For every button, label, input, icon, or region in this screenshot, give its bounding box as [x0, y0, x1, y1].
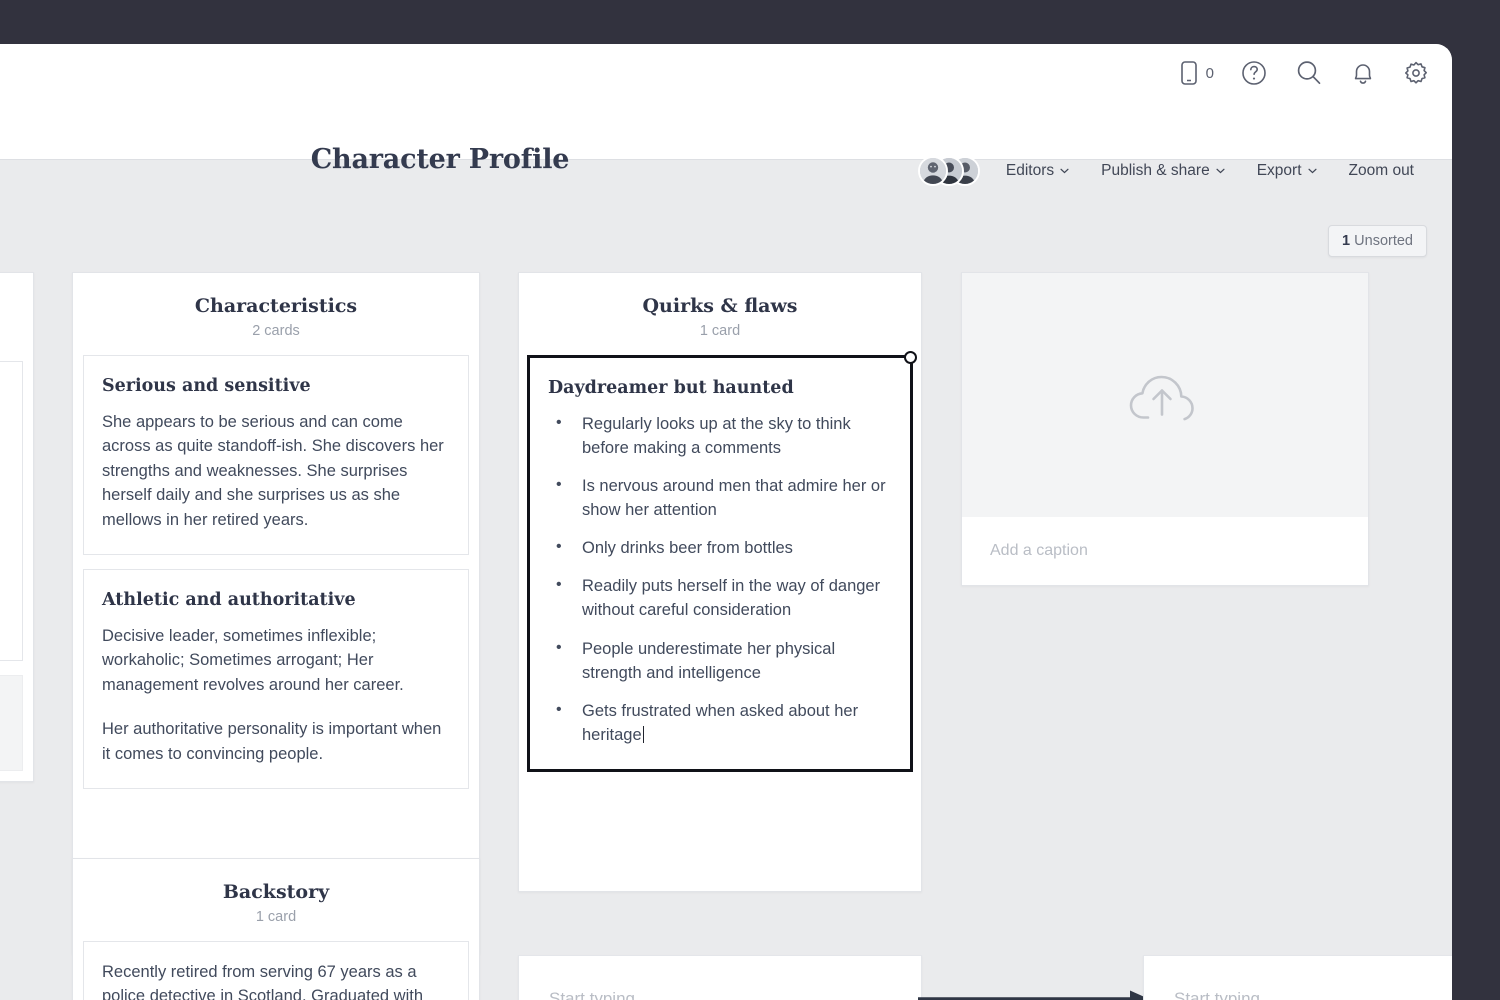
image-upload-widget[interactable]: Add a caption	[961, 272, 1369, 586]
text-cursor	[642, 725, 644, 743]
resize-handle[interactable]	[904, 351, 917, 364]
column-backstory[interactable]: Backstory 1 card Recently retired from s…	[72, 858, 480, 1000]
card-title: Daydreamer but haunted	[548, 378, 794, 398]
help-icon-button[interactable]	[1240, 59, 1268, 87]
bell-icon-button[interactable]	[1350, 59, 1376, 87]
phone-icon-button[interactable]: 0	[1179, 60, 1214, 86]
card-body[interactable]: Decisive leader, sometimes inflexible; w…	[102, 624, 450, 766]
card-body[interactable]: Recently retired from serving 67 years a…	[102, 960, 450, 1000]
card-daydreamer-but-haunted[interactable]: Daydreamer but haunted Regularly looks u…	[527, 351, 917, 772]
typebox-placeholder: Start typing...	[549, 989, 650, 1000]
column-header: Quirks & flaws 1 card	[519, 273, 921, 355]
card-backstory[interactable]: Recently retired from serving 67 years a…	[83, 941, 469, 1000]
card-title: Serious and sensitive	[102, 376, 311, 396]
bullet-item: People underestimate her physical streng…	[548, 636, 892, 685]
card-athletic-and-authoritative[interactable]: Athletic and authoritative Decisive lead…	[83, 569, 469, 790]
cloud-upload-icon	[1129, 375, 1194, 421]
card[interactable]	[0, 675, 23, 771]
phone-count-label: 0	[1205, 64, 1214, 82]
column-quirks-and-flaws[interactable]: Quirks & flaws 1 card Daydreamer but hau…	[518, 272, 922, 892]
card-bullet-list[interactable]: Regularly looks up at the sky to think b…	[548, 411, 892, 747]
gear-icon-button[interactable]	[1402, 59, 1430, 87]
bullet-item: Is nervous around men that admire her or…	[548, 473, 892, 522]
editor-avatars[interactable]	[917, 156, 980, 186]
column-card-count: 1 card	[699, 323, 741, 339]
column-header: Backstory 1 card	[73, 859, 479, 941]
card-body[interactable]: She appears to be serious and can come a…	[102, 410, 450, 532]
app-window: 0 Character Profile Editors Publish & sh…	[0, 44, 1452, 1000]
top-bar: 0 Character Profile Editors Publish & sh…	[0, 44, 1452, 186]
card-paragraph: Decisive leader, sometimes inflexible; w…	[102, 627, 404, 694]
bullet-item: Only drinks beer from bottles	[548, 535, 892, 560]
image-drop-zone[interactable]	[962, 273, 1368, 517]
avatar	[917, 156, 948, 186]
bullet-item-editing: Gets frustrated when asked about her her…	[548, 698, 892, 747]
column-header: Characteristics 2 cards	[73, 273, 479, 355]
unsorted-badge[interactable]: 1 Unsorted	[1328, 225, 1427, 257]
bullet-item: Readily puts herself in the way of dange…	[548, 573, 892, 622]
bullet-item: Regularly looks up at the sky to think b…	[548, 411, 892, 460]
card-serious-and-sensitive[interactable]: Serious and sensitive She appears to be …	[83, 355, 469, 556]
header-icon-row: 0	[1179, 58, 1430, 88]
column-partial-left[interactable]	[0, 272, 34, 782]
column-card-count: 1 card	[255, 909, 297, 925]
card[interactable]	[0, 361, 23, 661]
card-title: Athletic and authoritative	[102, 590, 356, 611]
column-card-count: 2 cards	[252, 323, 300, 339]
typebox-right[interactable]: Start typing...	[1143, 955, 1452, 1000]
image-caption-placeholder: Add a caption	[990, 542, 1088, 559]
typebox-placeholder: Start typing...	[1174, 989, 1275, 1000]
card-paragraph: Recently retired from serving 67 years a…	[102, 963, 424, 1000]
image-caption-input[interactable]: Add a caption	[962, 517, 1368, 585]
unsorted-label: Unsorted	[1354, 233, 1413, 249]
column-title: Characteristics	[194, 295, 358, 317]
card-paragraph: Her authoritative personality is importa…	[102, 720, 442, 763]
board-canvas[interactable]: 1 Unsorted Characteristics 2 cards Serio…	[0, 160, 1452, 1000]
column-title: Backstory	[222, 881, 330, 903]
typebox-left[interactable]: Start typing...	[518, 955, 922, 1000]
column-characteristics[interactable]: Characteristics 2 cards Serious and sens…	[72, 272, 480, 954]
unsorted-count: 1	[1342, 233, 1351, 249]
search-icon-button[interactable]	[1294, 58, 1324, 88]
connector-arrow[interactable]	[918, 985, 1150, 1000]
bullet-item-text: Gets frustrated when asked about her her…	[582, 701, 859, 744]
column-title: Quirks & flaws	[642, 295, 798, 317]
card-paragraph: She appears to be serious and can come a…	[102, 413, 444, 529]
